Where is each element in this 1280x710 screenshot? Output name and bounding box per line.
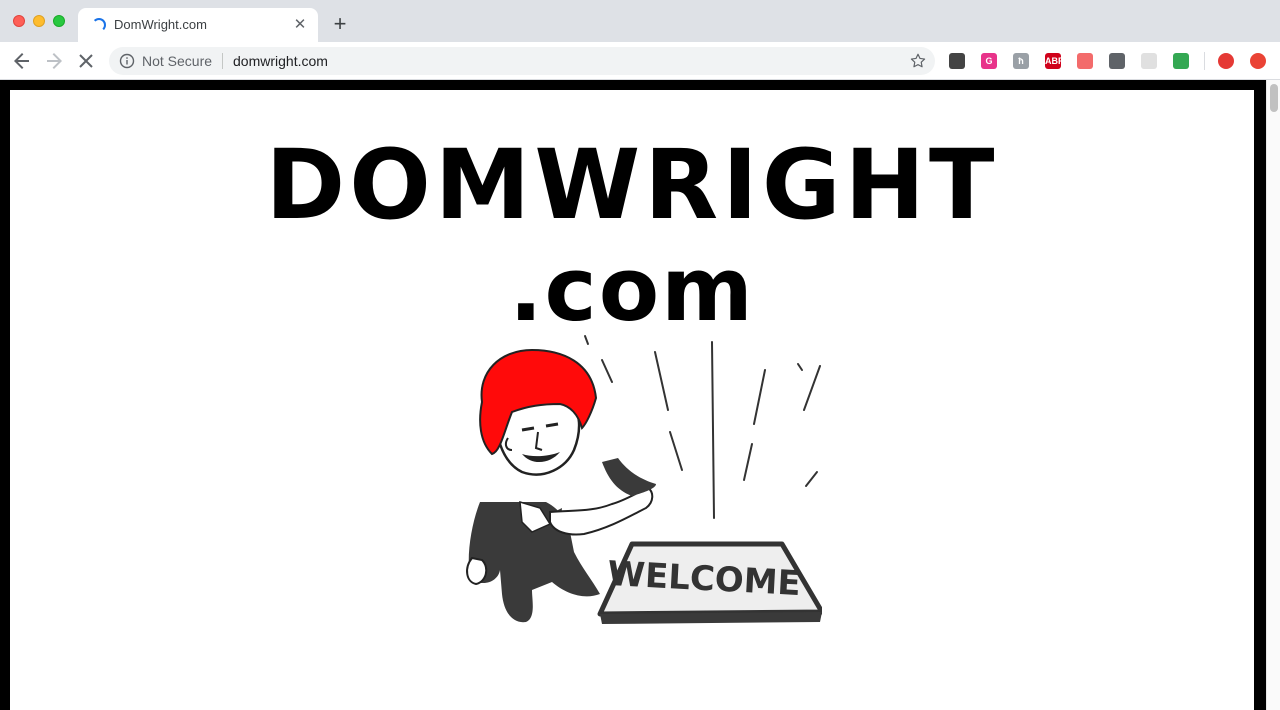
loading-spinner-icon [92,18,106,32]
close-x-icon [79,54,93,68]
new-tab-button[interactable]: + [328,12,352,36]
url-text[interactable]: domwright.com [233,53,328,69]
browser-toolbar: Not Secure domwright.com Għ ABP [0,42,1280,80]
bookmark-star-icon[interactable] [909,52,927,70]
info-icon[interactable] [119,53,135,69]
back-arrow-icon [14,53,29,69]
minimize-window-button[interactable] [33,15,45,27]
page-content: DOMWRIGHT .com WELCOME [10,90,1254,710]
extension-arrow-icon[interactable] [1077,53,1093,69]
extension-code-icon[interactable] [1109,53,1125,69]
forward-arrow-icon [47,53,62,69]
profile-avatar-icon[interactable] [1218,53,1234,69]
extension-grey-icon[interactable]: ħ [1013,53,1029,69]
extension-light-icon[interactable] [1141,53,1157,69]
toolbar-divider [1204,52,1205,70]
extension-g-icon[interactable]: G [981,53,997,69]
browser-tab[interactable]: DomWright.com ✕ [78,8,318,42]
maximize-window-button[interactable] [53,15,65,27]
extension-red-circle-icon[interactable] [1250,53,1266,69]
adblock-icon[interactable]: ABP [1045,53,1064,69]
forward-button[interactable] [42,49,66,73]
security-status-label[interactable]: Not Secure [142,53,212,69]
tab-title: DomWright.com [114,17,207,32]
tab-strip: DomWright.com ✕ + [0,0,1280,42]
close-window-button[interactable] [13,15,25,27]
tab-close-button[interactable]: ✕ [291,16,309,34]
welcome-mascot-illustration: WELCOME [466,335,822,624]
extension-picture-icon[interactable] [1173,53,1189,69]
scrollbar-thumb[interactable] [1270,84,1278,112]
stop-loading-button[interactable] [74,49,98,73]
site-headline-domain: .com [509,238,755,341]
omnibox-divider [222,53,223,69]
site-headline: DOMWRIGHT [265,129,999,241]
address-bar[interactable]: Not Secure domwright.com [109,47,935,75]
page-viewport: DOMWRIGHT .com WELCOME [0,80,1266,710]
extension-1-icon[interactable] [949,53,965,69]
vertical-scrollbar[interactable] [1266,80,1280,710]
back-button[interactable] [10,49,34,73]
